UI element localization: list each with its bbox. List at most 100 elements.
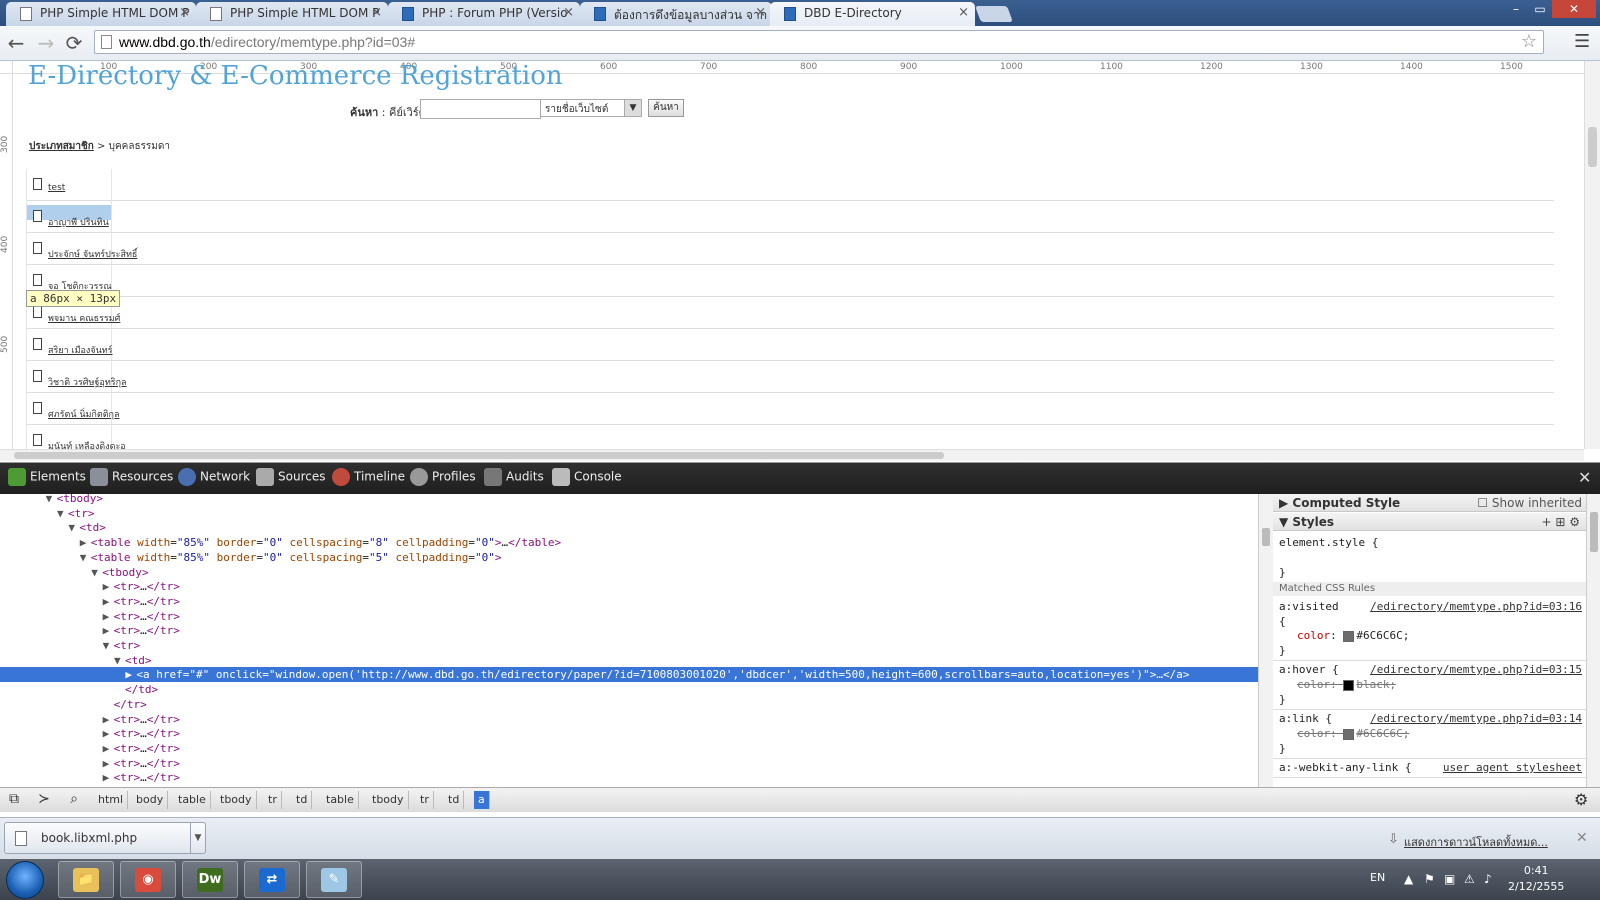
bookmark-star-icon[interactable]: ☆ <box>1521 31 1537 52</box>
chevron-down-icon[interactable]: ▼ <box>190 823 205 853</box>
member-link[interactable]: ศภรัตน์ นิ่มกิตติกุล <box>48 407 120 421</box>
css-source-link[interactable]: /edirectory/memtype.php?id=03:16 <box>1370 600 1582 613</box>
dom-node[interactable]: ▶ <tr>…</tr> <box>0 609 1258 624</box>
page-vertical-scrollbar[interactable] <box>1584 61 1600 449</box>
css-selector[interactable]: a:visited <box>1279 600 1339 613</box>
css-property[interactable]: color: #6C6C6C; <box>1297 629 1409 642</box>
tab-close-icon[interactable]: × <box>563 5 574 20</box>
member-link[interactable]: พจมาน คณธรรมศ์ <box>48 311 120 325</box>
devtools-tab-profiles[interactable]: Profiles <box>410 468 476 490</box>
css-selector[interactable]: a:hover { <box>1279 663 1339 676</box>
disclosure-triangle-icon[interactable]: ▶ <box>125 667 136 682</box>
dom-node[interactable]: ▼ <tr> <box>0 638 1258 653</box>
disclosure-triangle-icon[interactable]: ▼ <box>103 638 114 653</box>
tab-close-icon[interactable]: × <box>371 5 382 20</box>
breadcrumb-item[interactable]: tr <box>416 791 434 809</box>
dock-icon[interactable]: ⧉ <box>4 791 24 809</box>
breadcrumb-item[interactable]: td <box>292 791 313 809</box>
address-bar[interactable]: www.dbd.go.th/edirectory/memtype.php?id=… <box>94 30 1544 54</box>
dom-node[interactable]: ▶ <tr>…</tr> <box>0 770 1258 785</box>
disclosure-triangle-icon[interactable]: ▼ <box>68 520 79 535</box>
chrome-menu-icon[interactable]: ☰ <box>1574 31 1594 55</box>
network-icon[interactable]: ▣ <box>1444 872 1455 886</box>
breadcrumb-item[interactable]: table <box>174 791 211 809</box>
download-item[interactable]: book.libxml.php ▼ <box>4 822 206 854</box>
css-selector[interactable]: a:-webkit-any-link { <box>1279 761 1411 774</box>
dom-node[interactable]: ▶ <table width="85%" border="0" cellspaci… <box>0 535 1258 550</box>
back-arrow-icon[interactable]: ← <box>4 31 28 55</box>
browser-tab[interactable]: PHP : Forum PHP (Versio × <box>388 2 580 26</box>
dom-node[interactable]: </tr> <box>0 697 1258 712</box>
breadcrumb-item[interactable]: tbody <box>368 791 409 809</box>
breadcrumb-item[interactable]: a <box>474 791 490 809</box>
disclosure-triangle-icon[interactable]: ▼ <box>46 494 57 506</box>
show-hidden-icons-icon[interactable]: ▲ <box>1404 872 1413 886</box>
disclosure-triangle-icon[interactable]: ▶ <box>103 623 114 638</box>
browser-tab[interactable]: ต้องการดึงข้อมูลบางส่วน จาก × <box>580 2 772 26</box>
chevron-down-icon[interactable]: ▼ <box>624 100 641 116</box>
disclosure-triangle-icon[interactable]: ▼ <box>57 506 68 521</box>
devtools-close-icon[interactable]: ✕ <box>1578 468 1591 487</box>
color-swatch[interactable] <box>1343 630 1355 642</box>
dom-node[interactable]: ▶ <tr>…</tr> <box>0 756 1258 771</box>
breadcrumb-member-type-link[interactable]: ประเภทสมาชิก <box>29 141 94 152</box>
search-button[interactable]: ค้นหา <box>648 99 684 117</box>
dom-node[interactable]: ▼ <table width="85%" border="0" cellspaci… <box>0 550 1258 565</box>
disclosure-triangle-icon[interactable]: ▶ <box>103 741 114 756</box>
new-tab-button[interactable] <box>975 6 1013 22</box>
devtools-tab-console[interactable]: Console <box>552 468 622 490</box>
disclosure-triangle-icon[interactable]: ▶ <box>80 535 91 550</box>
search-type-select[interactable]: รายชื่อเว็บไซต์ ▼ <box>540 99 642 117</box>
breadcrumb-item[interactable]: td <box>444 791 465 809</box>
taskbar-app-teamviewer[interactable]: ⇄ <box>244 861 300 898</box>
disclosure-triangle-icon[interactable]: ▼ <box>114 653 125 668</box>
breadcrumb-item[interactable]: tr <box>264 791 282 809</box>
browser-tab[interactable]: PHP Simple HTML DOM P × <box>196 2 388 26</box>
member-link[interactable]: สริยา เมืองจันทร์ <box>48 343 113 357</box>
css-source-link[interactable]: /edirectory/memtype.php?id=03:15 <box>1370 663 1582 676</box>
member-link[interactable]: อาญาพี ปรินทิน <box>48 215 109 229</box>
page-horizontal-scrollbar[interactable] <box>0 449 1584 461</box>
dom-node-selected[interactable]: ▶ <a href="#" onclick="window.open('http:… <box>0 667 1258 683</box>
download-shelf-close-icon[interactable]: ✕ <box>1576 830 1588 846</box>
dom-node[interactable]: ▼ <td> <box>0 520 1258 535</box>
show-inherited-checkbox[interactable]: ☐ Show inherited <box>1477 494 1582 512</box>
disclosure-triangle-icon[interactable]: ▶ <box>103 609 114 624</box>
browser-tab-active[interactable]: DBD E-Directory × <box>770 2 975 26</box>
member-link[interactable]: ประจักษ์ จันทร์ประสิทธิ์ <box>48 247 137 261</box>
disclosure-triangle-icon[interactable]: ▶ <box>103 579 114 594</box>
window-close-button[interactable]: ✕ <box>1552 0 1596 18</box>
disclosure-triangle-icon[interactable]: ▼ <box>91 565 102 580</box>
taskbar-app-dreamweaver[interactable]: Dw <box>182 861 238 898</box>
dom-node[interactable]: ▶ <tr>…</tr> <box>0 741 1258 756</box>
taskbar-app-notepad[interactable]: ✎ <box>306 861 362 898</box>
dom-node[interactable]: ▶ <tr>…</tr> <box>0 726 1258 741</box>
devtools-tab-resources[interactable]: Resources <box>90 468 173 490</box>
member-link[interactable]: มนันท์ เหลืองดิงดะอุ <box>48 439 126 449</box>
tab-close-icon[interactable]: × <box>755 5 766 20</box>
css-source-link[interactable]: user agent stylesheet <box>1443 761 1582 774</box>
clock[interactable]: 0:41 2/12/2555 <box>1508 863 1564 895</box>
settings-gear-icon[interactable]: ⚙ <box>1574 790 1588 809</box>
taskbar-app-chrome[interactable]: ◉ <box>120 861 176 898</box>
color-swatch[interactable] <box>1343 728 1355 740</box>
action-center-flag-icon[interactable]: ⚑ <box>1424 872 1435 886</box>
breadcrumb-item[interactable]: table <box>322 791 359 809</box>
disclosure-triangle-icon[interactable]: ▶ <box>103 756 114 771</box>
css-property[interactable]: color: black; <box>1297 678 1396 691</box>
scrollbar-thumb[interactable] <box>1590 512 1598 552</box>
member-link[interactable]: test <box>48 183 65 193</box>
console-drawer-icon[interactable]: ≻ <box>34 791 54 809</box>
maximize-button[interactable]: ▭ <box>1528 0 1552 18</box>
breadcrumb-item[interactable]: tbody <box>216 791 257 809</box>
language-indicator[interactable]: EN <box>1370 871 1385 884</box>
styles-header[interactable]: ▼ Styles + ⊞ ⚙ <box>1273 513 1586 531</box>
dom-node[interactable]: ▼ <tr> <box>0 506 1258 521</box>
devtools-tab-network[interactable]: Network <box>178 468 250 490</box>
browser-tab[interactable]: PHP Simple HTML DOM P × <box>6 2 196 26</box>
dom-node[interactable]: ▼ <tbody> <box>0 565 1258 580</box>
css-selector[interactable]: a:link { <box>1279 712 1332 725</box>
color-swatch[interactable] <box>1343 679 1355 691</box>
dom-node[interactable]: ▶ <tr>…</tr> <box>0 594 1258 609</box>
dom-node[interactable]: ▶ <tr>…</tr> <box>0 712 1258 727</box>
